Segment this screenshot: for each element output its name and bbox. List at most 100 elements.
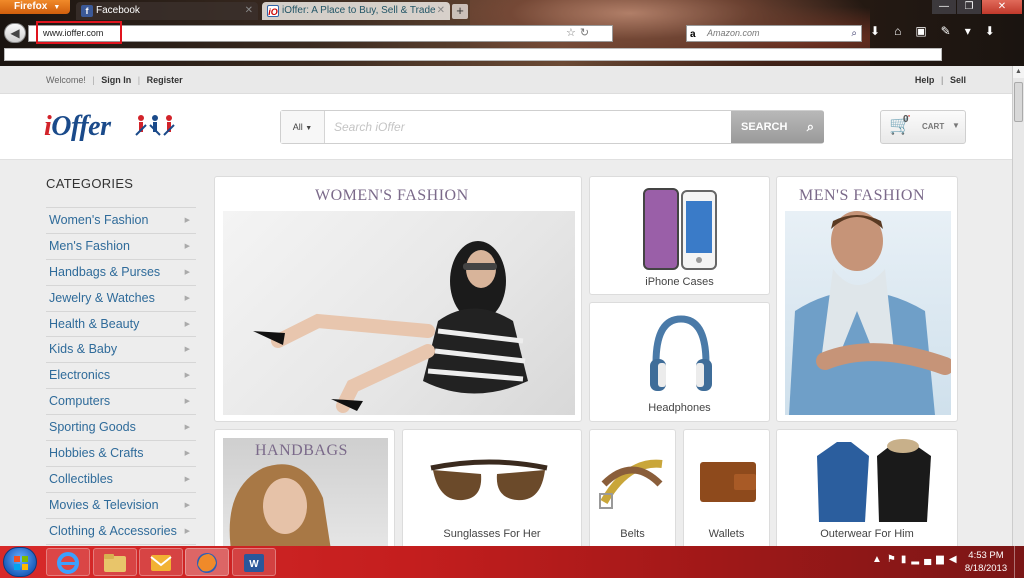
category-item[interactable]: Movies & Television ▶: [46, 493, 196, 519]
search-icon[interactable]: ⌕: [851, 26, 857, 41]
system-tray: ▲⚑▮▂▄▆◀: [872, 554, 962, 565]
chevron-right-icon: ▶: [184, 424, 190, 432]
menu-icon[interactable]: ▾: [965, 24, 985, 38]
tile-headphones[interactable]: Headphones: [589, 302, 770, 422]
battery-icon[interactable]: ▮: [901, 554, 912, 565]
signal-icon[interactable]: ▂▄▆: [911, 554, 948, 565]
category-item[interactable]: Electronics ▶: [46, 363, 196, 390]
arrow-left-icon: ◀: [10, 26, 20, 40]
close-icon[interactable]: ✕: [437, 2, 445, 20]
browser-search-input[interactable]: a Amazon.com ⌕: [686, 25, 862, 42]
category-item[interactable]: Jewelry & Watches ▶: [46, 286, 196, 312]
search-input[interactable]: [326, 111, 730, 143]
chevron-up-icon[interactable]: ▲: [872, 554, 887, 565]
windows-taskbar: W ▲⚑▮▂▄▆◀ 4:53 PM 8/18/2013: [0, 546, 1024, 578]
category-item[interactable]: Women's Fashion ▶: [46, 208, 196, 234]
tile-womens-fashion[interactable]: WOMEN'S FASHION: [214, 176, 582, 422]
home-icon[interactable]: ⌂: [894, 24, 915, 38]
clock-time: 4:53 PM: [968, 550, 1004, 561]
scroll-thumb[interactable]: [1014, 82, 1023, 122]
chevron-right-icon: ▶: [184, 320, 190, 328]
chevron-right-icon: ▶: [184, 372, 190, 380]
minimize-icon[interactable]: —: [932, 0, 956, 14]
sell-link[interactable]: Sell: [950, 75, 966, 85]
toolbar-icons: ⬇⌂▣✎▾⬇: [870, 24, 1009, 38]
download-icon[interactable]: ⬇: [870, 24, 894, 38]
scroll-up-icon[interactable]: ▲: [1013, 66, 1024, 78]
start-button[interactable]: [3, 547, 37, 577]
category-item[interactable]: Clothing & Accessories ▶: [46, 519, 196, 545]
chevron-right-icon: ▶: [184, 501, 190, 509]
womens-fashion-image: [223, 211, 575, 415]
taskbar-word[interactable]: W: [232, 548, 276, 576]
flag-icon[interactable]: ⚑: [887, 554, 901, 565]
register-link[interactable]: Register: [147, 75, 183, 85]
webpage: Welcome! | Sign In | Register Help | Sel…: [0, 66, 1012, 546]
reload-icon[interactable]: ↻: [580, 27, 593, 39]
category-label: Jewelry & Watches: [49, 290, 155, 305]
new-tab-button[interactable]: +: [452, 4, 468, 19]
bookmarks-icon[interactable]: ▣: [915, 24, 940, 38]
category-item[interactable]: Sporting Goods ▶: [46, 415, 196, 442]
search-category-select[interactable]: All ▼: [281, 111, 325, 143]
tab-label: Facebook: [96, 5, 140, 16]
category-item[interactable]: Computers ▶: [46, 389, 196, 416]
category-label: Sporting Goods: [49, 420, 136, 435]
tile-iphone-cases[interactable]: iPhone Cases: [589, 176, 770, 295]
tile-wallets[interactable]: Wallets: [683, 429, 770, 546]
search-category-value: All: [292, 122, 303, 132]
star-icon[interactable]: ☆: [566, 27, 580, 39]
chevron-right-icon: ▶: [184, 268, 190, 276]
category-item[interactable]: Health & Beauty ▶: [46, 312, 196, 338]
category-item[interactable]: Kids & Baby ▶: [46, 337, 196, 364]
tile-mens-fashion[interactable]: MEN'S FASHION: [776, 176, 958, 422]
logo-figures-icon: [135, 115, 175, 136]
sign-in-link[interactable]: Sign In: [101, 75, 131, 85]
download-arrow-icon[interactable]: ⬇: [985, 24, 1009, 38]
ioffer-logo[interactable]: iOffer: [44, 111, 111, 143]
cart-button[interactable]: 🛒 0 CART ▼: [880, 110, 966, 144]
firefox-menu-button[interactable]: Firefox ▼: [0, 0, 70, 14]
tile-outerwear[interactable]: Outerwear For Him: [776, 429, 958, 546]
taskbar-explorer[interactable]: [93, 548, 137, 576]
tile-caption: Headphones: [648, 402, 711, 414]
logo-main: Offer: [51, 111, 111, 142]
windows-logo-icon: [14, 556, 28, 570]
category-label: Women's Fashion: [49, 213, 149, 227]
sunglasses-image: [430, 459, 548, 501]
edit-icon[interactable]: ✎: [941, 24, 965, 38]
back-button[interactable]: ◀: [4, 23, 26, 43]
category-item[interactable]: Men's Fashion ▶: [46, 234, 196, 260]
category-item[interactable]: Handbags & Purses ▶: [46, 260, 196, 286]
taskbar-firefox[interactable]: [185, 548, 229, 576]
facebook-icon: f: [81, 5, 93, 17]
tab-facebook[interactable]: f Facebook ✕: [76, 2, 258, 20]
category-item[interactable]: Hobbies & Crafts ▶: [46, 441, 196, 467]
clock[interactable]: 4:53 PM 8/18/2013: [960, 549, 1012, 575]
close-icon[interactable]: ✕: [245, 2, 253, 20]
show-desktop-button[interactable]: [1014, 546, 1024, 578]
page-scrollbar[interactable]: ▲: [1012, 66, 1024, 546]
divider: |: [92, 75, 95, 85]
chevron-right-icon: ▶: [184, 398, 190, 406]
category-item[interactable]: Collectibles ▶: [46, 467, 196, 493]
maximize-icon[interactable]: ❐: [957, 0, 981, 14]
search-button[interactable]: SEARCH ⌕: [731, 111, 824, 143]
tile-handbags[interactable]: HANDBAGS: [214, 429, 395, 546]
headphones-image: [650, 315, 712, 391]
iphone-cases-image: [643, 188, 717, 270]
tile-belts[interactable]: Belts: [589, 429, 676, 546]
taskbar-ie[interactable]: [46, 548, 90, 576]
taskbar-outlook[interactable]: [139, 548, 183, 576]
category-label: Health & Beauty: [49, 316, 140, 331]
belts-image: [599, 459, 663, 509]
tile-sunglasses[interactable]: Sunglasses For Her: [402, 429, 582, 546]
cart-label: CART: [922, 122, 945, 131]
close-window-icon[interactable]: ✕: [982, 0, 1022, 14]
tile-title: HANDBAGS: [255, 442, 348, 459]
chevron-right-icon: ▶: [184, 294, 190, 302]
help-link[interactable]: Help: [915, 75, 935, 85]
internet-explorer-icon: [57, 552, 79, 574]
bookmarks-toolbar: [4, 48, 942, 61]
tab-ioffer[interactable]: iO iOffer: A Place to Buy, Sell & Trade …: [262, 2, 450, 20]
